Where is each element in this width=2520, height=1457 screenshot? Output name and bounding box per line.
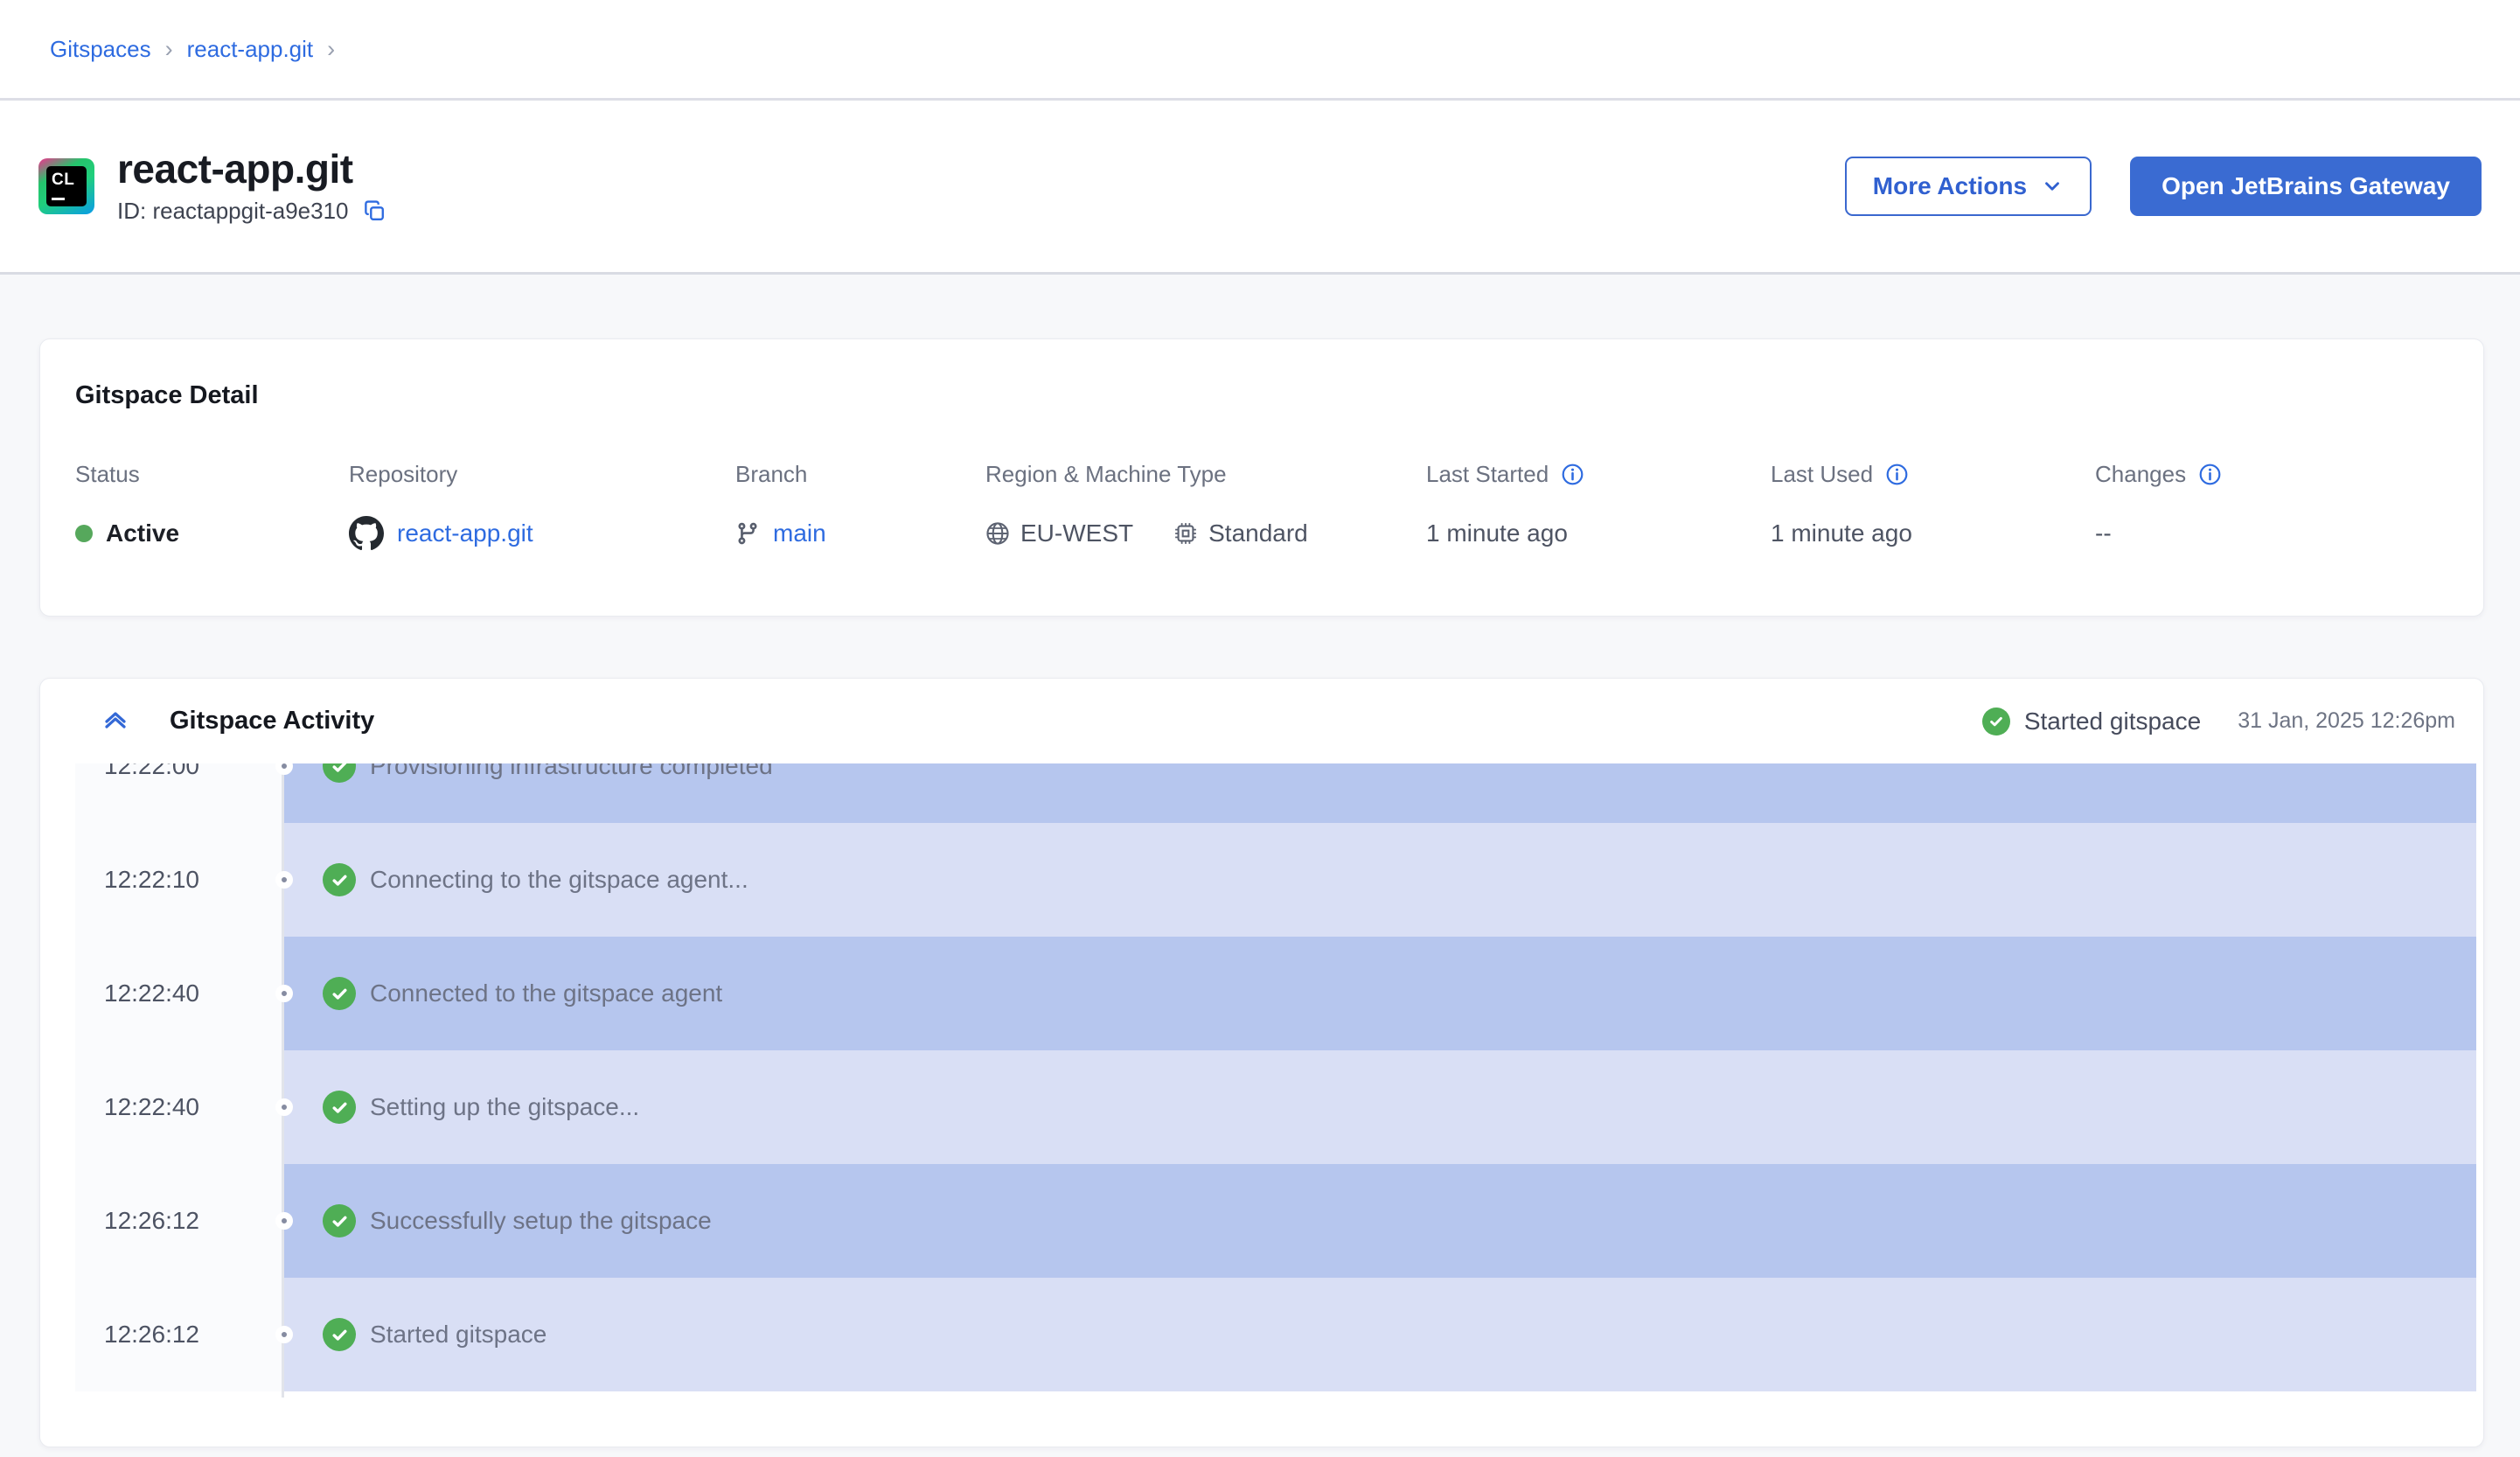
breadcrumb-link-gitspace[interactable]: react-app.git <box>187 36 314 63</box>
status-active-dot-icon <box>75 525 93 542</box>
log-timestamp: 12:22:40 <box>75 1050 284 1164</box>
status-label: Status <box>75 461 349 488</box>
info-icon[interactable] <box>1885 463 1909 486</box>
changes-value: -- <box>2095 519 2112 547</box>
machine-type-value: Standard <box>1208 519 1308 547</box>
breadcrumb-link-gitspaces[interactable]: Gitspaces <box>50 36 151 63</box>
detail-repository-column: Repository react-app.git <box>349 461 735 553</box>
info-icon[interactable] <box>2198 463 2222 486</box>
check-circle-icon <box>323 977 356 1010</box>
detail-status-column: Status Active <box>75 461 349 553</box>
changes-label: Changes <box>2095 461 2186 488</box>
info-icon[interactable] <box>1561 463 1584 486</box>
activity-header: Gitspace Activity Started gitspace 31 Ja… <box>40 679 2483 763</box>
breadcrumb-bar: Gitspaces › react-app.git › <box>0 0 2520 101</box>
log-timestamp: 12:26:12 <box>75 1164 284 1278</box>
more-actions-button[interactable]: More Actions <box>1845 157 2092 216</box>
check-circle-icon <box>323 1091 356 1124</box>
activity-log[interactable]: 12:22:00 Provisioning infrastructure com… <box>75 763 2476 1398</box>
detail-card-title: Gitspace Detail <box>75 381 2448 410</box>
last-started-value: 1 minute ago <box>1426 519 1568 547</box>
region-machine-label: Region & Machine Type <box>985 461 1426 488</box>
page-content: Gitspace Detail Status Active Repository <box>0 275 2520 1447</box>
log-message: Connected to the gitspace agent <box>370 979 722 1007</box>
log-timestamp: 12:22:10 <box>75 823 284 937</box>
log-message: Connecting to the gitspace agent... <box>370 866 748 894</box>
activity-log-row: 12:26:12 Started gitspace <box>75 1278 2476 1391</box>
timeline-dot-icon <box>275 1212 293 1230</box>
activity-log-row: 12:22:40 Connected to the gitspace agent <box>75 937 2476 1050</box>
check-circle-icon <box>323 1204 356 1237</box>
log-message: Started gitspace <box>370 1321 546 1349</box>
detail-region-column: Region & Machine Type <box>985 461 1426 553</box>
check-circle-icon <box>323 863 356 896</box>
log-timestamp: 12:22:40 <box>75 937 284 1050</box>
check-circle-icon <box>1982 708 2010 735</box>
branch-link[interactable]: main <box>773 519 826 547</box>
git-branch-icon <box>735 521 760 546</box>
region-value: EU-WEST <box>1020 519 1133 547</box>
collapse-activity-button[interactable] <box>100 707 131 736</box>
copy-icon[interactable] <box>363 199 386 223</box>
breadcrumb-separator-icon: › <box>165 36 173 63</box>
page-header: CL react-app.git ID: reactappgit-a9e310 … <box>0 101 2520 275</box>
chevron-down-icon <box>2041 175 2064 198</box>
timeline-dot-icon <box>275 1098 293 1116</box>
detail-last-started-column: Last Started 1 minute ago <box>1426 461 1771 553</box>
github-icon <box>349 516 384 551</box>
activity-title: Gitspace Activity <box>170 707 374 735</box>
last-used-value: 1 minute ago <box>1771 519 1912 547</box>
gitspace-activity-card: Gitspace Activity Started gitspace 31 Ja… <box>39 678 2484 1447</box>
repository-label: Repository <box>349 461 735 488</box>
status-value: Active <box>106 519 179 547</box>
log-message: Successfully setup the gitspace <box>370 1207 712 1235</box>
activity-log-row: 12:22:40 Setting up the gitspace... <box>75 1050 2476 1164</box>
activity-log-row: 12:26:12 Successfully setup the gitspace <box>75 1164 2476 1278</box>
detail-last-used-column: Last Used 1 minute ago <box>1771 461 2095 553</box>
timeline-dot-icon <box>275 985 293 1002</box>
last-used-label: Last Used <box>1771 461 1873 488</box>
log-message: Setting up the gitspace... <box>370 1093 639 1121</box>
timeline-dot-icon <box>275 871 293 889</box>
globe-icon <box>985 521 1010 546</box>
page-title: react-app.git <box>117 148 386 190</box>
activity-log-row: 12:22:00 Provisioning infrastructure com… <box>75 763 2476 823</box>
branch-label: Branch <box>735 461 985 488</box>
log-timestamp: 12:26:12 <box>75 1278 284 1391</box>
check-circle-icon <box>323 763 356 783</box>
cpu-icon <box>1173 521 1198 546</box>
log-message: Provisioning infrastructure completed <box>370 763 773 780</box>
activity-status-time: 31 Jan, 2025 12:26pm <box>2238 708 2455 734</box>
gitspace-detail-card: Gitspace Detail Status Active Repository <box>39 338 2484 617</box>
open-jetbrains-gateway-button[interactable]: Open JetBrains Gateway <box>2130 157 2482 216</box>
last-started-label: Last Started <box>1426 461 1549 488</box>
timeline-dot-icon <box>275 1326 293 1343</box>
gitspace-id-label: ID: reactappgit-a9e310 <box>117 198 349 225</box>
detail-changes-column: Changes -- <box>2095 461 2448 553</box>
check-circle-icon <box>323 1318 356 1351</box>
activity-log-row: 12:22:10 Connecting to the gitspace agen… <box>75 823 2476 937</box>
chevron-up-icon <box>100 707 131 736</box>
repository-link[interactable]: react-app.git <box>397 519 533 547</box>
activity-status-label: Started gitspace <box>2024 708 2201 735</box>
breadcrumb-separator-icon: › <box>327 36 335 63</box>
clion-icon: CL <box>38 158 94 214</box>
log-timestamp: 12:22:00 <box>75 763 284 823</box>
detail-branch-column: Branch main <box>735 461 985 553</box>
